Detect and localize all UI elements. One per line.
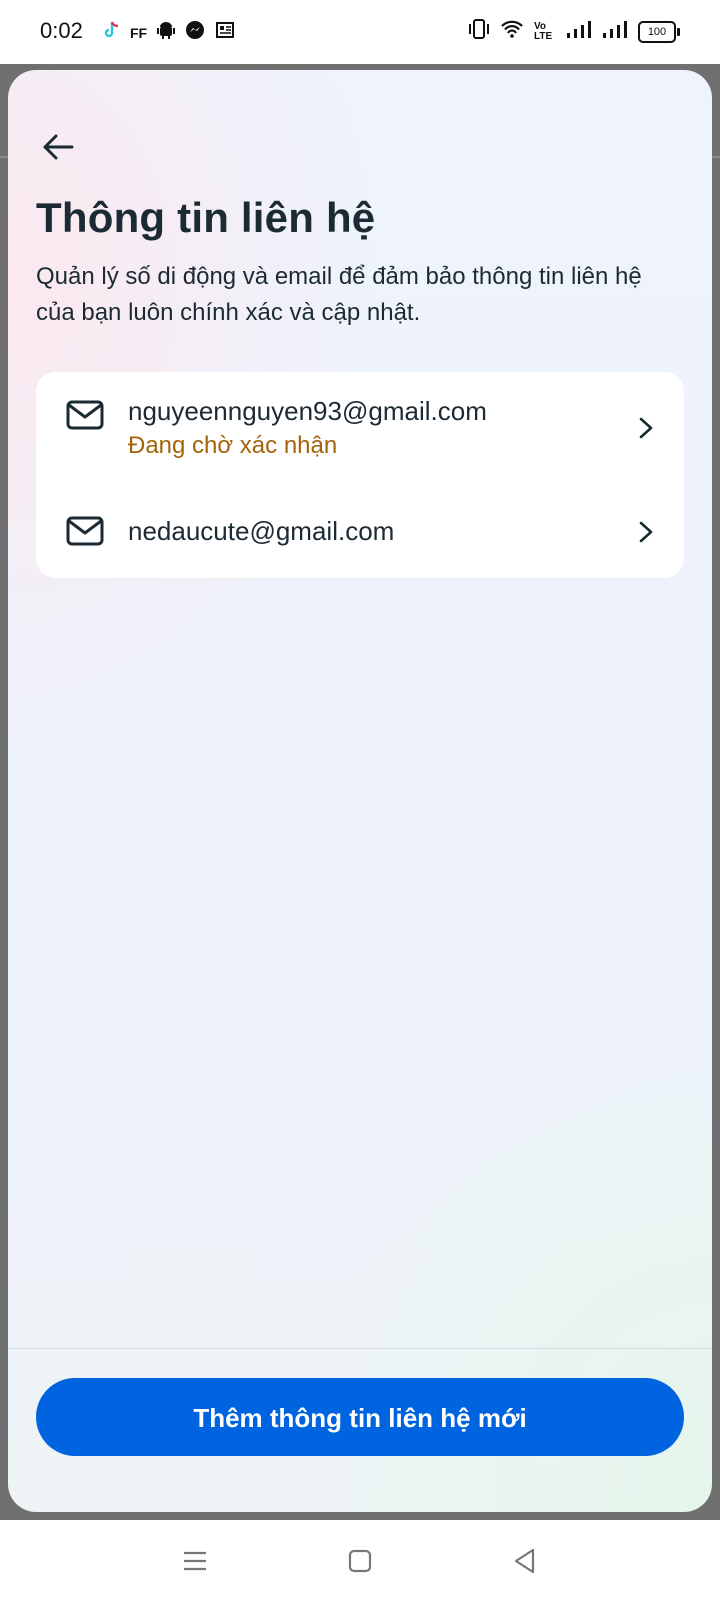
android-icon xyxy=(157,20,176,45)
menu-icon[interactable] xyxy=(180,1546,210,1576)
chevron-right-icon xyxy=(639,521,653,543)
contact-info-sheet: Thông tin liên hệ Quản lý số di động và … xyxy=(8,70,712,1512)
contact-row[interactable]: nedaucute@gmail.com xyxy=(36,492,684,578)
vibrate-icon xyxy=(468,18,490,45)
back-nav-icon[interactable] xyxy=(510,1546,540,1576)
signal-icon xyxy=(566,19,592,44)
footer-divider xyxy=(8,1348,712,1349)
contacts-card: nguyeennguyen93@gmail.com Đang chờ xác n… xyxy=(36,372,684,578)
system-icons: Vo LTE 100 xyxy=(468,18,680,45)
back-button[interactable] xyxy=(36,125,80,169)
contact-row-pending[interactable]: nguyeennguyen93@gmail.com Đang chờ xác n… xyxy=(36,372,684,492)
ff-icon: FF xyxy=(130,24,148,41)
wifi-icon xyxy=(500,19,524,44)
messenger-icon xyxy=(185,20,205,45)
contact-email: nedaucute@gmail.com xyxy=(128,516,395,546)
system-nav-bar xyxy=(0,1520,720,1600)
chevron-right-icon xyxy=(639,417,653,439)
news-icon xyxy=(215,20,235,45)
page-title: Thông tin liên hệ xyxy=(36,194,376,241)
tiktok-icon xyxy=(102,20,120,45)
pending-status: Đang chờ xác nhận xyxy=(128,432,338,459)
battery-icon: 100 xyxy=(638,20,680,43)
add-contact-button[interactable]: Thêm thông tin liên hệ mới xyxy=(36,1378,684,1456)
signal-icon-2 xyxy=(602,19,628,44)
notification-icons: FF xyxy=(102,20,235,45)
mail-icon xyxy=(66,516,104,546)
page-subtitle: Quản lý số di động và email để đảm bảo t… xyxy=(36,263,642,326)
back-arrow-icon xyxy=(43,134,74,160)
contact-email: nguyeennguyen93@gmail.com xyxy=(128,396,487,426)
status-time: 0:02 xyxy=(40,18,83,43)
mail-icon xyxy=(66,400,104,430)
home-icon[interactable] xyxy=(345,1546,375,1576)
volte-icon: Vo LTE xyxy=(534,20,553,42)
status-bar: 0:02 FF Vo LTE 100 xyxy=(0,0,720,64)
